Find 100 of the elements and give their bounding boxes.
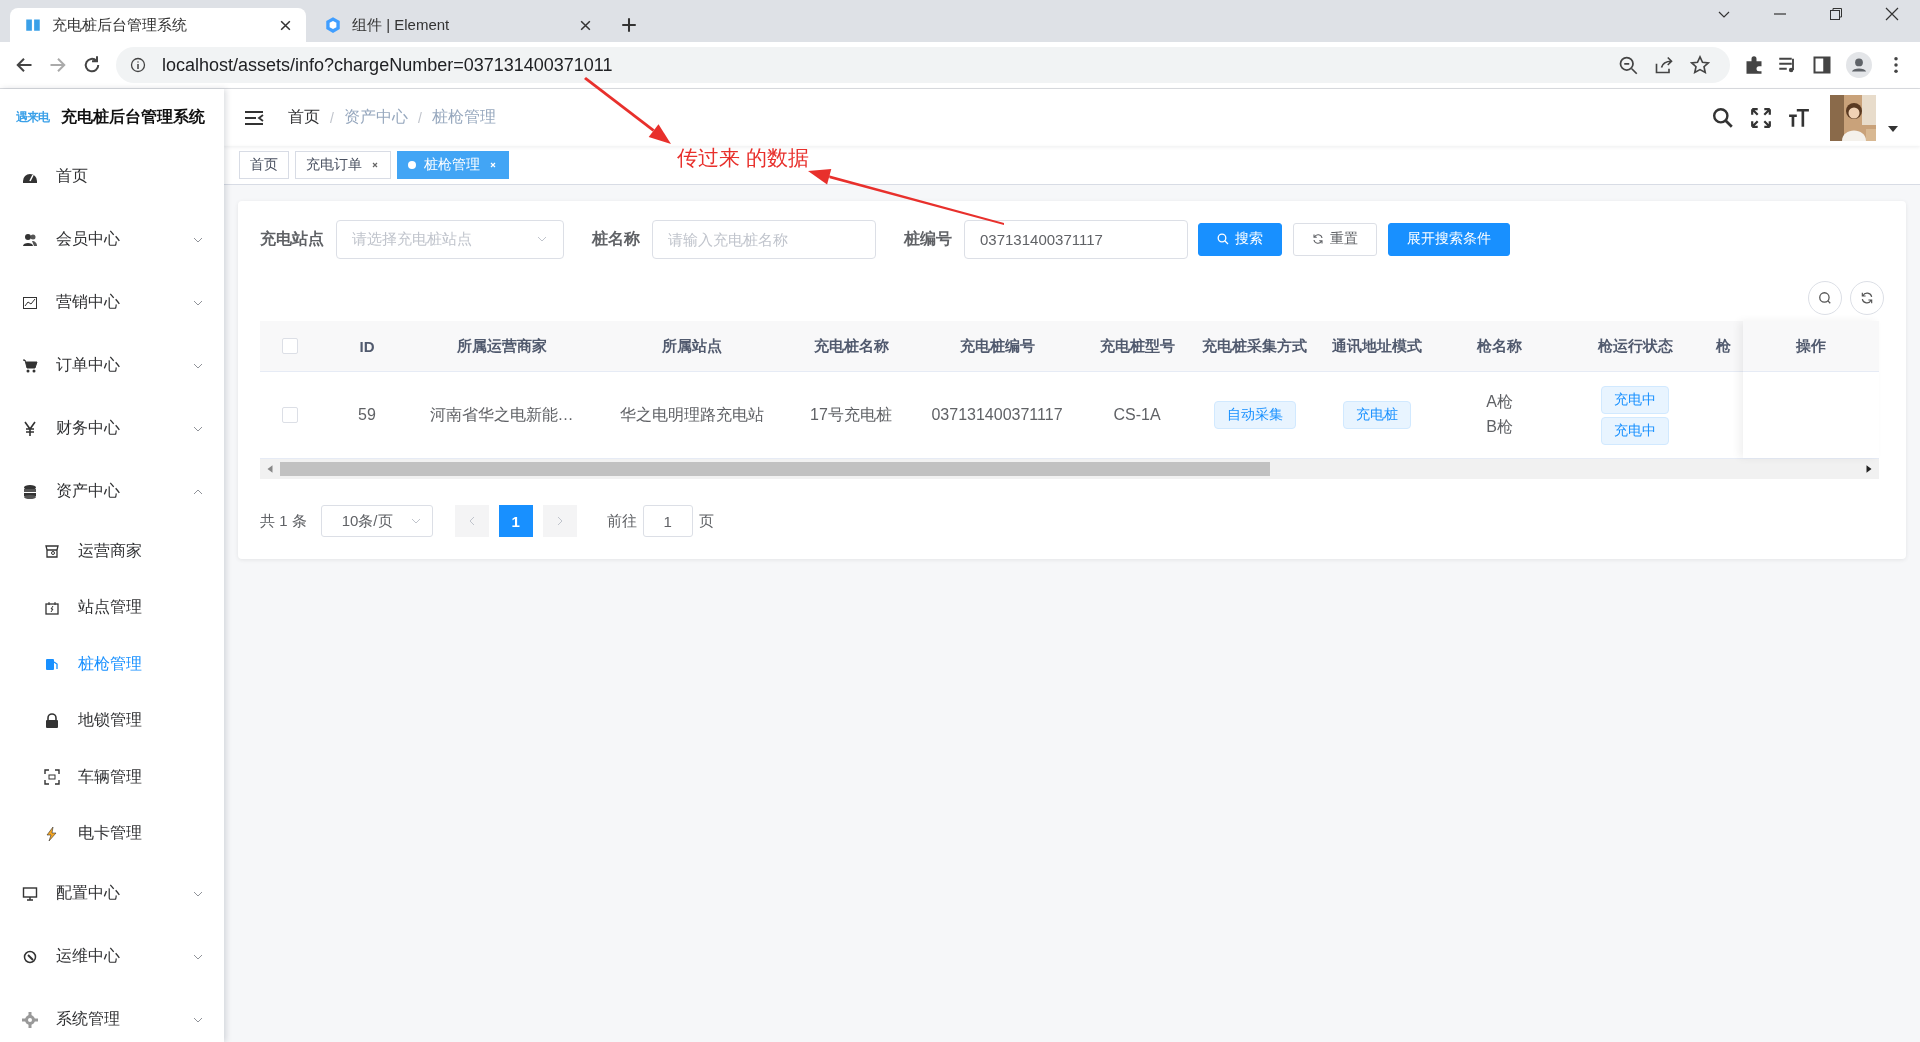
menu-item[interactable]: 营销中心 [0, 271, 224, 334]
zoom-out-icon[interactable] [1618, 55, 1638, 75]
favicon-icon [24, 16, 42, 34]
menu-item[interactable]: 首页 [0, 145, 224, 208]
submenu-item[interactable]: 地锁管理 [0, 692, 224, 749]
chart-icon [22, 294, 38, 311]
input-field[interactable]: 请输入充电桩名称 [652, 219, 876, 259]
people-icon [22, 231, 38, 248]
menu-item[interactable]: 运维中心 [0, 925, 224, 988]
menu-item[interactable]: 资产中心 [0, 460, 224, 523]
share-icon[interactable] [1654, 55, 1674, 75]
fuel-pump-icon [44, 656, 60, 673]
browser-tab[interactable]: 充电桩后台管理系统 [10, 8, 306, 42]
breadcrumb-separator: / [417, 109, 422, 126]
text-size-icon[interactable] [1788, 106, 1810, 129]
scrollbar[interactable] [260, 458, 1879, 479]
page-tab[interactable]: 充电订单 [295, 151, 391, 179]
button[interactable]: 重置 [1293, 222, 1377, 256]
search-icon[interactable] [1712, 106, 1734, 129]
scan-icon [44, 769, 60, 786]
menu-icon[interactable] [244, 109, 264, 126]
submenu-item[interactable]: 车辆管理 [0, 749, 224, 806]
url-text: localhost/assets/info?chargeNumber=037131400371011 [162, 54, 613, 76]
page-tab[interactable]: 首页 [239, 151, 289, 179]
close-icon[interactable] [579, 18, 592, 32]
close-icon[interactable] [279, 18, 292, 32]
search-icon [1217, 233, 1229, 245]
goto-label: 前往 [606, 511, 637, 531]
plus-icon[interactable] [620, 16, 638, 34]
column-header: 枪名称 [1477, 336, 1522, 356]
search-icon [1818, 291, 1832, 305]
side-panel-icon[interactable] [1812, 55, 1832, 75]
checkbox[interactable] [282, 338, 298, 354]
annotation-text: 传过来 的数据 [677, 145, 809, 171]
info-icon [130, 57, 146, 73]
hexagon-icon [324, 16, 342, 34]
right-arrow-icon[interactable] [1864, 464, 1874, 474]
left-arrow-icon[interactable] [265, 464, 275, 474]
table-cell-text: 华之电明理路充电站 [620, 404, 764, 425]
menu-item[interactable]: 配置中心 [0, 862, 224, 925]
table-cell: CS-1A [1113, 406, 1161, 424]
status-tag: 充电中 [1601, 416, 1669, 445]
column-header: 枪运行状态 [1597, 336, 1673, 356]
page-input[interactable]: 1 [642, 505, 693, 537]
restore-icon[interactable] [1828, 6, 1844, 22]
column-header: 充电桩采集方式 [1202, 336, 1307, 356]
column-header: ID [359, 337, 375, 355]
field-label: 桩编号 [904, 228, 952, 249]
gear-icon [22, 1011, 38, 1028]
field-label: 充电站点 [260, 228, 324, 249]
chevron-right-icon [555, 515, 564, 527]
column-header: 所属运营商家 [456, 336, 547, 356]
status-tag: 充电桩 [1343, 401, 1411, 429]
lightning-icon [44, 825, 60, 842]
scrollbar-thumb[interactable] [280, 462, 1270, 476]
reload-icon[interactable] [82, 55, 102, 75]
submenu-item[interactable]: 电卡管理 [0, 805, 224, 862]
profile-icon[interactable] [1846, 52, 1872, 78]
address-bar[interactable]: localhost/assets/info?chargeNumber=037131400371011 [116, 47, 1730, 83]
calendar-icon [44, 599, 60, 616]
database-icon [22, 483, 38, 500]
refresh-button[interactable] [1850, 281, 1884, 315]
puzzle-icon[interactable] [1744, 55, 1764, 75]
page-suffix: 页 [698, 511, 714, 531]
column-header: 充电桩型号 [1099, 336, 1175, 356]
menu-item[interactable]: 财务中心 [0, 397, 224, 460]
total-count: 共 1 条 [260, 511, 307, 531]
table-cell-text: 17号充电桩 [810, 404, 892, 425]
menu-item[interactable]: 系统管理 [0, 988, 224, 1042]
close-icon[interactable] [370, 160, 380, 170]
logo: 遇来电 [16, 108, 49, 126]
search-button[interactable] [1808, 281, 1842, 315]
app-title: 充电桩后台管理系统 [61, 106, 205, 127]
fullscreen-icon[interactable] [1750, 106, 1772, 129]
refresh-icon [1312, 233, 1324, 245]
field-label: 桩名称 [592, 228, 640, 249]
breadcrumb-item: 桩枪管理 [431, 107, 496, 127]
menu-item[interactable]: 会员中心 [0, 208, 224, 271]
breadcrumb-separator: / [330, 109, 334, 126]
page-size-select[interactable]: 10条/页 [320, 505, 433, 537]
checkbox[interactable] [282, 407, 298, 423]
column-header: 所属站点 [662, 336, 722, 356]
shop-icon [44, 543, 60, 560]
dot-icon [408, 161, 416, 169]
cart-icon [22, 357, 38, 374]
browser-tab[interactable]: 组件 | Element [310, 8, 606, 42]
submenu-item[interactable]: 运营商家 [0, 523, 224, 580]
breadcrumb-item: 资产中心 [343, 107, 408, 127]
star-icon[interactable] [1690, 55, 1710, 75]
status-tag: 自动采集 [1213, 401, 1296, 429]
breadcrumb-item[interactable]: 首页 [288, 107, 320, 128]
input-field[interactable]: 037131400371117 [964, 219, 1188, 259]
menu-item[interactable]: 订单中心 [0, 334, 224, 397]
submenu-item[interactable]: 站点管理 [0, 579, 224, 636]
status-tag: 充电中 [1601, 385, 1669, 414]
table-cell: 037131400371117 [931, 406, 1063, 424]
close-icon[interactable] [1884, 6, 1900, 22]
caret-icon[interactable] [1888, 125, 1898, 132]
column-header: 通讯地址模式 [1332, 336, 1422, 356]
back-icon[interactable] [14, 55, 34, 75]
